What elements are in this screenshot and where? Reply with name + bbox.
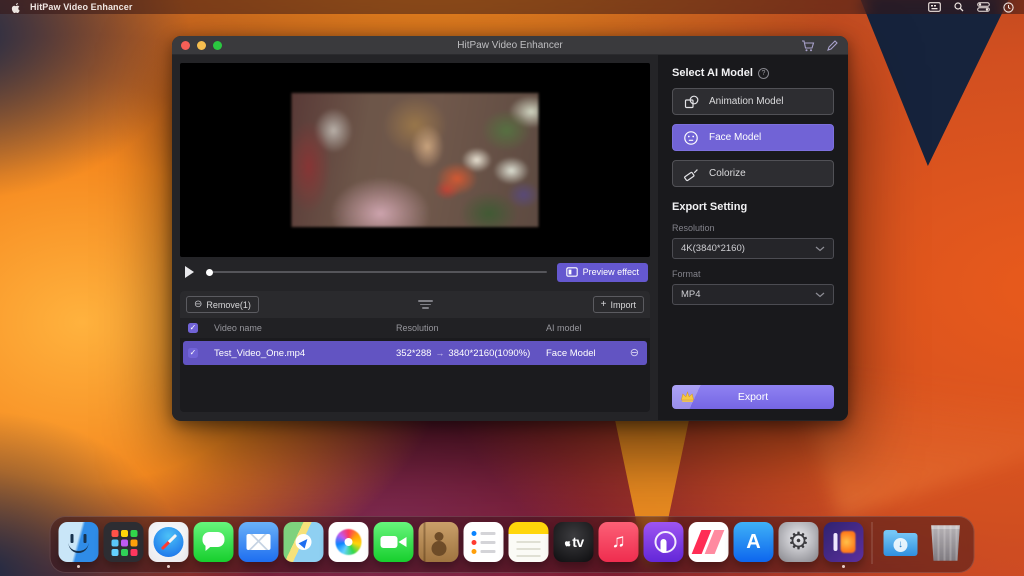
menu-bar: HitPaw Video Enhancer <box>0 0 1024 14</box>
menubar-app-name[interactable]: HitPaw Video Enhancer <box>30 2 132 12</box>
column-resolution: Resolution <box>396 323 439 333</box>
minus-circle-icon: ⊖ <box>194 298 203 310</box>
row-resolution: 352*288 → 3840*2160(1090%) <box>396 347 531 359</box>
remove-button[interactable]: ⊖ Remove(1) <box>186 296 259 313</box>
download-arrow-icon: ↓ <box>893 538 908 552</box>
control-center-icon[interactable] <box>977 2 990 12</box>
select-all-checkbox[interactable]: ✓ <box>188 323 198 333</box>
settings-panel: Select AI Model ? Animation Model Face M… <box>658 55 848 420</box>
play-button[interactable] <box>182 265 196 279</box>
dock-icon-trash[interactable] <box>926 522 966 562</box>
resolution-label: Resolution <box>672 223 715 233</box>
resolution-select[interactable]: 4K(3840*2160) <box>672 238 834 259</box>
dock-icon-launchpad[interactable] <box>103 522 144 562</box>
window-titlebar[interactable]: HitPaw Video Enhancer <box>172 36 848 55</box>
dock-icon-downloads[interactable]: ↓ <box>881 522 921 562</box>
dock-icon-messages[interactable] <box>193 522 234 562</box>
dock-icon-safari[interactable] <box>148 522 189 568</box>
dock-icon-notes[interactable] <box>508 522 549 562</box>
row-checkbox[interactable]: ✓ <box>188 348 198 358</box>
close-button[interactable] <box>181 41 190 50</box>
seek-slider-thumb[interactable] <box>206 268 213 276</box>
video-frame <box>291 93 539 227</box>
zoom-button[interactable] <box>213 41 222 50</box>
select-ai-model-title: Select AI Model <box>672 67 753 79</box>
animation-model-button[interactable]: Animation Model <box>672 88 834 115</box>
dock-icon-photos[interactable] <box>328 522 369 562</box>
dock-separator <box>871 522 873 564</box>
column-video-name: Video name <box>214 323 262 333</box>
dock-icon-hitpaw[interactable] <box>823 522 864 568</box>
chevron-down-icon <box>815 246 825 251</box>
desktop: HitPaw Video Enhancer HitPaw Video Enhan… <box>0 0 1024 576</box>
spotlight-search-icon[interactable] <box>954 2 964 12</box>
preview-section: Preview effect ⊖ Remove(1) + Import ✓ Vi… <box>172 55 658 420</box>
dock-icon-app-store[interactable]: A <box>733 522 774 562</box>
file-list-toolbar: ⊖ Remove(1) + Import <box>180 291 650 318</box>
animation-model-icon <box>684 95 699 108</box>
dock-icon-mail[interactable] <box>238 522 279 562</box>
dock-icon-contacts[interactable] <box>418 522 459 562</box>
table-row[interactable]: ✓ Test_Video_One.mp4 352*288 → 3840*2160… <box>183 341 647 365</box>
arrow-right-icon: → <box>435 348 445 358</box>
crown-icon <box>680 390 695 408</box>
export-button[interactable]: Export <box>672 385 834 409</box>
player-controls: Preview effect <box>180 257 650 287</box>
format-select[interactable]: MP4 <box>672 284 834 305</box>
row-remove-icon[interactable]: ⊖ <box>630 347 639 359</box>
dock-icon-music[interactable]: ♫ <box>598 522 639 562</box>
dock-icon-news[interactable] <box>688 522 729 562</box>
export-setting-title: Export Setting <box>672 201 748 213</box>
format-label: Format <box>672 269 701 279</box>
minimize-button[interactable] <box>197 41 206 50</box>
dock: tv ♫ A ⚙ ↓ <box>49 516 975 573</box>
window-title: HitPaw Video Enhancer <box>457 39 563 51</box>
face-model-button[interactable]: Face Model <box>672 124 834 151</box>
input-source-icon[interactable] <box>928 2 941 12</box>
seek-slider[interactable] <box>206 267 547 277</box>
plus-icon: + <box>600 298 607 310</box>
dock-icon-system-settings[interactable]: ⚙ <box>778 522 819 562</box>
colorize-icon <box>684 168 698 181</box>
dock-icon-podcasts[interactable] <box>643 522 684 562</box>
apple-menu-icon[interactable] <box>10 1 21 14</box>
info-icon[interactable]: ? <box>757 67 769 79</box>
preview-effect-button[interactable]: Preview effect <box>556 262 648 282</box>
resize-handle-icon[interactable] <box>418 300 434 309</box>
compare-icon <box>565 267 578 277</box>
face-model-icon <box>684 130 698 145</box>
file-list-panel: ⊖ Remove(1) + Import ✓ Video name Resolu… <box>180 291 650 412</box>
column-ai-model: AI model <box>546 323 582 333</box>
file-list-header: ✓ Video name Resolution AI model <box>180 318 650 338</box>
dock-icon-reminders[interactable] <box>463 522 504 562</box>
video-preview-area[interactable] <box>180 63 650 257</box>
dock-icon-facetime[interactable] <box>373 522 414 562</box>
gear-icon: ⚙ <box>787 528 810 555</box>
clock-icon[interactable] <box>1003 1 1014 13</box>
row-ai-model: Face Model <box>546 347 596 359</box>
dock-icon-finder[interactable] <box>58 522 99 568</box>
chevron-down-icon <box>815 292 825 297</box>
dock-icon-tv[interactable]: tv <box>553 522 594 562</box>
dock-icon-maps[interactable] <box>283 522 324 562</box>
row-video-name: Test_Video_One.mp4 <box>214 347 306 359</box>
colorize-button[interactable]: Colorize <box>672 160 834 187</box>
import-button[interactable]: + Import <box>592 296 644 313</box>
hitpaw-window: HitPaw Video Enhancer Preview effect ⊖ R… <box>172 36 848 421</box>
